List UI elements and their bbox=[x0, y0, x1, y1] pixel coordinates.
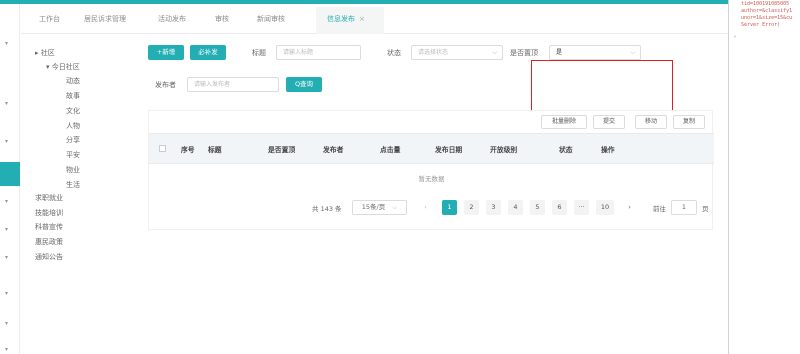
tab-resident-requests[interactable]: 居民诉求管理 bbox=[84, 14, 126, 24]
column-header[interactable]: 发布日期 bbox=[435, 144, 462, 154]
column-header[interactable]: 标题 bbox=[208, 144, 222, 154]
status-label: 状态 bbox=[387, 49, 401, 57]
copy-button[interactable]: 复制 bbox=[673, 115, 705, 129]
title-label: 标题 bbox=[252, 49, 266, 57]
close-icon[interactable]: × bbox=[359, 15, 365, 23]
supplement-button[interactable]: 必补发 bbox=[190, 45, 226, 60]
page-button[interactable]: 10 bbox=[596, 200, 614, 215]
page-button[interactable]: 1 bbox=[442, 200, 457, 215]
tree-node-notices[interactable]: 通知公告 bbox=[35, 252, 63, 262]
page-button[interactable]: 5 bbox=[530, 200, 545, 215]
table-header: 序号 标题 是否置顶 发布者 点击量 发布日期 开放级别 状态 操作 bbox=[149, 133, 714, 164]
tree-leaf[interactable]: 平安 bbox=[66, 150, 80, 160]
status-select[interactable]: 请选择状态 ⌵ bbox=[411, 45, 503, 60]
tab-workbench[interactable]: 工作台 bbox=[39, 14, 60, 24]
move-button[interactable]: 移动 bbox=[635, 115, 667, 129]
chevron-down-icon[interactable]: ▾ bbox=[5, 346, 8, 353]
query-button[interactable]: Q查询 bbox=[286, 77, 322, 92]
tree-node-jobs[interactable]: 求职就业 bbox=[35, 193, 63, 203]
tab-activity-publish[interactable]: 活动发布 bbox=[158, 14, 186, 24]
tree-node-training[interactable]: 技能培训 bbox=[35, 208, 63, 218]
page-size-value: 15条/页 bbox=[361, 203, 386, 211]
page-button[interactable]: 4 bbox=[508, 200, 523, 215]
main-content: ▸ 社区 ▾ 今日社区 动态 故事 文化 人物 分享 平安 物业 生活 求职就业… bbox=[21, 35, 728, 354]
rail-active-item[interactable] bbox=[0, 162, 20, 186]
column-header[interactable]: 操作 bbox=[601, 144, 615, 154]
tree-node-science[interactable]: 科普宣传 bbox=[35, 222, 63, 232]
column-header[interactable]: 点击量 bbox=[380, 144, 400, 154]
tree-node-policy[interactable]: 惠民政策 bbox=[35, 237, 63, 247]
chevron-down-icon[interactable]: ▾ bbox=[5, 138, 8, 145]
goto-page-input[interactable]: 1 bbox=[671, 200, 697, 215]
chevron-down-icon[interactable]: ▾ bbox=[5, 40, 8, 47]
chevron-down-icon: ⌵ bbox=[492, 49, 497, 56]
submit-button[interactable]: 提交 bbox=[593, 115, 625, 129]
batch-delete-button[interactable]: 批量删除 bbox=[541, 115, 587, 129]
column-header[interactable]: 是否置顶 bbox=[268, 144, 295, 154]
tab-bar: 工作台 居民诉求管理 活动发布 审核 新闻审核 信息发布 × bbox=[21, 4, 728, 34]
devtools-panel: tid=100191085005 author=&classify1 unor=… bbox=[728, 0, 800, 354]
tab-info-publish[interactable]: 信息发布 × bbox=[327, 14, 365, 24]
devtools-line: author=&classify1 bbox=[741, 8, 793, 14]
page-size-select[interactable]: 15条/页 ⌵ bbox=[352, 200, 407, 215]
chevron-down-icon: ⌵ bbox=[392, 203, 398, 211]
chevron-down-icon[interactable]: ▾ bbox=[5, 226, 8, 233]
pinned-value: 是 bbox=[556, 49, 563, 56]
tree-node-community[interactable]: ▸ 社区 bbox=[35, 48, 55, 58]
page-unit-label: 页 bbox=[702, 205, 709, 213]
goto-label: 前往 bbox=[653, 205, 666, 213]
total-count: 共 143 条 bbox=[312, 205, 342, 213]
page-ellipsis[interactable]: ··· bbox=[574, 200, 589, 215]
tree-leaf[interactable]: 人物 bbox=[66, 121, 80, 131]
chevron-down-icon[interactable]: ▾ bbox=[5, 198, 8, 205]
console-prompt-icon[interactable]: › bbox=[734, 34, 736, 40]
publisher-input[interactable]: 请输入发布者 bbox=[187, 77, 279, 92]
left-icon-rail: ▾ ▾ ▾ ▾ ▾ ▾ ▾ ▾ ▾ bbox=[0, 4, 20, 354]
tab-info-publish-label: 信息发布 bbox=[327, 15, 355, 23]
page-button[interactable]: 2 bbox=[464, 200, 479, 215]
tab-review[interactable]: 审核 bbox=[215, 14, 229, 24]
add-button[interactable]: +新增 bbox=[148, 45, 184, 60]
tree-leaf[interactable]: 生活 bbox=[66, 180, 80, 190]
page-button[interactable]: 6 bbox=[552, 200, 567, 215]
tree-leaf[interactable]: 故事 bbox=[66, 91, 80, 101]
tree-leaf[interactable]: 分享 bbox=[66, 135, 80, 145]
red-highlight-box bbox=[531, 60, 673, 112]
column-header[interactable]: 序号 bbox=[181, 144, 195, 154]
tree-leaf[interactable]: 文化 bbox=[66, 106, 80, 116]
page-button[interactable]: 3 bbox=[486, 200, 501, 215]
chevron-down-icon[interactable]: ▾ bbox=[5, 320, 8, 327]
column-header[interactable]: 状态 bbox=[559, 144, 573, 154]
chevron-down-icon[interactable]: ▾ bbox=[5, 254, 8, 261]
tree-node-community-label: 社区 bbox=[40, 49, 55, 57]
devtools-line: Server Error) bbox=[741, 22, 781, 28]
empty-state-text: 暂无数据 bbox=[418, 175, 445, 183]
pinned-select[interactable]: 是 ⌵ bbox=[549, 45, 641, 60]
next-page-button[interactable]: › bbox=[622, 200, 637, 215]
column-header[interactable]: 开放级别 bbox=[490, 144, 517, 154]
publisher-label: 发布者 bbox=[155, 81, 176, 89]
tab-news-review[interactable]: 新闻审核 bbox=[257, 14, 285, 24]
tree-leaf[interactable]: 动态 bbox=[66, 76, 80, 86]
tree-leaf[interactable]: 物业 bbox=[66, 165, 80, 175]
chevron-down-icon[interactable]: ▾ bbox=[5, 100, 8, 107]
status-placeholder: 请选择状态 bbox=[418, 49, 449, 56]
select-all-checkbox[interactable] bbox=[159, 145, 166, 152]
devtools-line: tid=100191085005 bbox=[741, 1, 790, 7]
title-input[interactable]: 请输入标题 bbox=[276, 45, 361, 60]
chevron-down-icon: ⌵ bbox=[630, 49, 635, 56]
tree-node-today-community[interactable]: ▾ 今日社区 bbox=[46, 62, 80, 72]
column-header[interactable]: 发布者 bbox=[323, 144, 343, 154]
tree-node-today-community-label: 今日社区 bbox=[51, 63, 80, 71]
pinned-label: 是否置顶 bbox=[510, 49, 538, 57]
chevron-down-icon[interactable]: ▾ bbox=[5, 290, 8, 297]
prev-page-button[interactable]: ‹ bbox=[418, 200, 433, 215]
devtools-line: unor=1&size=15&cu bbox=[741, 15, 793, 21]
